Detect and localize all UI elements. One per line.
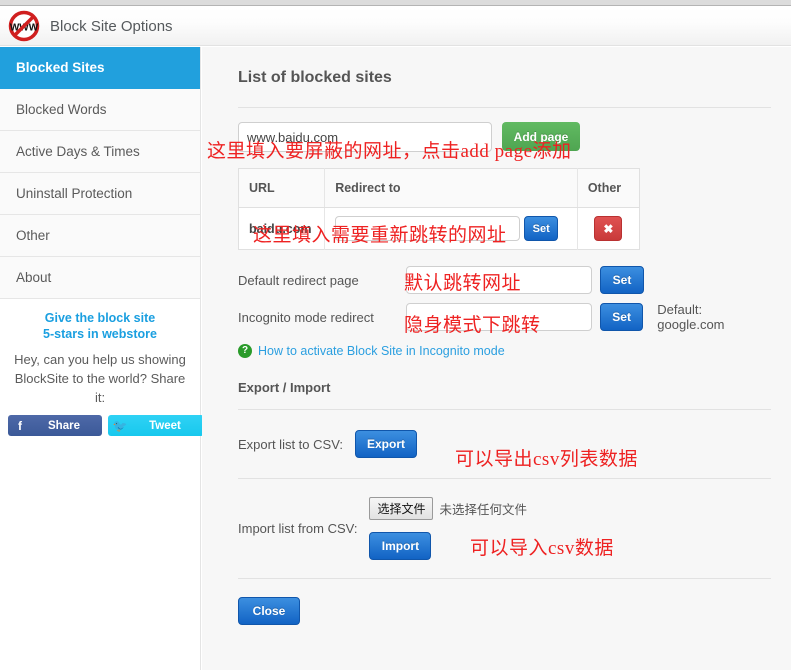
cell-url: baidu.com	[238, 207, 326, 250]
export-import-title: Export / Import	[238, 380, 331, 395]
rate-link-line2[interactable]: 5-stars in webstore	[0, 326, 200, 342]
main-content: List of blocked sites Add page URL Redir…	[202, 47, 791, 670]
sidebar-item-other[interactable]: Other	[0, 215, 200, 257]
redirect-settings: Default redirect page Set Incognito mode…	[238, 250, 771, 358]
incognito-help-link[interactable]: How to activate Block Site in Incognito …	[258, 344, 505, 358]
default-redirect-label: Default redirect page	[238, 272, 359, 288]
delete-row-button[interactable]: ✖	[594, 216, 623, 241]
file-picker: 选择文件 未选择任何文件	[369, 497, 527, 520]
table-header-other: Other	[577, 168, 640, 208]
import-controls: 选择文件 未选择任何文件 Import	[369, 497, 527, 560]
block-site-options-page: WWW Block Site Options Blocked Sites Blo…	[0, 0, 791, 670]
sidebar-item-label: About	[16, 270, 52, 285]
import-row: Import list from CSV: 选择文件 未选择任何文件 Impor…	[238, 479, 771, 578]
share-prompt-text: Hey, can you help us showing BlockSite t…	[14, 352, 186, 405]
question-mark-icon: ?	[238, 344, 252, 358]
incognito-redirect-row: Incognito mode redirect Set Default: goo…	[238, 302, 771, 332]
sidebar: Blocked Sites Blocked Words Active Days …	[0, 47, 204, 670]
sidebar-item-about[interactable]: About	[0, 257, 200, 299]
export-label: Export list to CSV:	[238, 436, 343, 452]
share-button-label: Share	[48, 419, 80, 432]
sidebar-item-uninstall-protection[interactable]: Uninstall Protection	[0, 173, 200, 215]
page-title: Block Site Options	[50, 17, 173, 35]
block-site-logo: WWW	[8, 10, 40, 42]
add-page-row: Add page	[238, 108, 771, 152]
incognito-redirect-set-button[interactable]: Set	[600, 303, 644, 331]
sidebar-item-blocked-words[interactable]: Blocked Words	[0, 89, 200, 131]
close-button[interactable]: Close	[238, 597, 300, 625]
table-header-url: URL	[238, 168, 326, 208]
default-redirect-set-button[interactable]: Set	[600, 266, 644, 294]
divider	[238, 578, 771, 579]
sidebar-item-label: Active Days & Times	[16, 144, 140, 159]
facebook-share-button[interactable]: f Share	[8, 415, 102, 436]
browser-chrome-strip	[0, 0, 791, 6]
incognito-default-note: Default: google.com	[657, 302, 725, 332]
export-button[interactable]: Export	[355, 430, 417, 458]
tweet-button-label: Tweet	[149, 419, 181, 432]
row-redirect-input[interactable]	[335, 216, 521, 241]
incognito-help-line: ? How to activate Block Site in Incognit…	[238, 340, 771, 358]
default-redirect-row: Default redirect page Set	[238, 266, 771, 294]
sidebar-item-blocked-sites[interactable]: Blocked Sites	[0, 47, 200, 89]
page-header: WWW Block Site Options	[0, 7, 791, 46]
sidebar-item-label: Blocked Sites	[16, 60, 105, 75]
choose-file-button[interactable]: 选择文件	[369, 497, 434, 520]
cell-other: ✖	[577, 207, 640, 250]
rate-block: Give the block site 5-stars in webstore	[0, 299, 200, 342]
export-row: Export list to CSV: Export	[238, 410, 771, 478]
row-set-button[interactable]: Set	[524, 216, 559, 241]
import-button[interactable]: Import	[369, 532, 432, 560]
incognito-redirect-label: Incognito mode redirect	[238, 309, 374, 325]
facebook-icon: f	[18, 418, 22, 433]
table-row: baidu.com Set ✖	[238, 207, 640, 250]
sidebar-item-label: Uninstall Protection	[16, 186, 133, 201]
section-title: List of blocked sites	[238, 69, 392, 86]
file-status-text: 未选择任何文件	[439, 503, 527, 517]
incognito-redirect-input[interactable]	[406, 303, 592, 331]
sidebar-item-label: Blocked Words	[16, 102, 107, 117]
table-header-redirect-to: Redirect to	[324, 168, 578, 208]
add-page-button[interactable]: Add page	[502, 122, 580, 151]
rate-link-line1[interactable]: Give the block site	[0, 310, 200, 326]
blocked-sites-table: URL Redirect to Other baidu.com Set ✖	[238, 168, 640, 250]
table-header-row: URL Redirect to Other	[238, 168, 640, 208]
default-redirect-input[interactable]	[406, 266, 592, 294]
twitter-bird-icon: 🐦	[112, 418, 128, 433]
sidebar-item-label: Other	[16, 228, 50, 243]
cell-redirect: Set	[324, 207, 578, 250]
url-input[interactable]	[238, 122, 492, 152]
import-label: Import list from CSV:	[238, 521, 358, 536]
sidebar-item-active-days-times[interactable]: Active Days & Times	[0, 131, 200, 173]
twitter-tweet-button[interactable]: 🐦 Tweet	[108, 415, 204, 436]
share-buttons: f Share 🐦 Tweet	[0, 407, 204, 436]
